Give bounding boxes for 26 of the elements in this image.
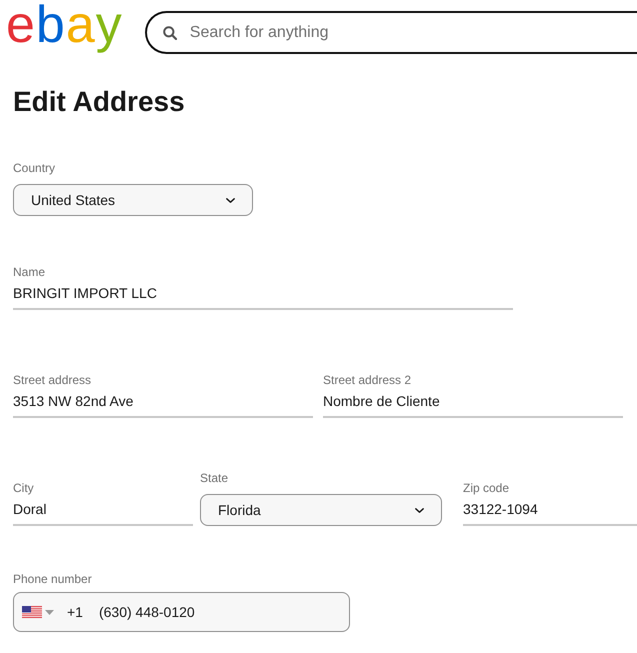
country-code: +1 <box>67 604 83 620</box>
search-input[interactable]: Search for anything <box>190 24 637 42</box>
field-label: City <box>13 480 34 496</box>
text-input[interactable]: Nombre de Cliente <box>323 391 623 418</box>
caret-down-icon <box>45 610 54 614</box>
search-icon <box>162 26 177 40</box>
field-label: Zip code <box>463 480 510 496</box>
text-input[interactable]: BRINGIT IMPORT LLC <box>13 283 513 310</box>
field-label: State <box>200 470 228 486</box>
text-input[interactable]: 3513 NW 82nd Ave <box>13 391 313 418</box>
search-bar[interactable]: Search for anything <box>144 11 637 54</box>
text-input[interactable]: 33122-1094 <box>463 499 637 526</box>
phone-field[interactable]: +1 (630) 448-0120 <box>13 592 350 632</box>
chevron-down-icon <box>415 508 424 512</box>
dropdown-select[interactable]: United States <box>13 184 253 216</box>
dropdown-select[interactable]: Florida <box>200 494 442 526</box>
page-title: Edit Address <box>13 86 185 118</box>
phone-input[interactable]: (630) 448-0120 <box>98 604 341 620</box>
field-label: Street address <box>13 372 92 388</box>
flag-icon[interactable] <box>22 606 42 618</box>
field-label: Name <box>13 264 46 280</box>
chevron-down-icon <box>226 198 235 202</box>
field-label: Street address 2 <box>323 372 412 388</box>
field-label: Phone number <box>13 571 92 587</box>
field-label: Country <box>13 160 56 176</box>
text-input[interactable]: Doral <box>13 499 193 526</box>
